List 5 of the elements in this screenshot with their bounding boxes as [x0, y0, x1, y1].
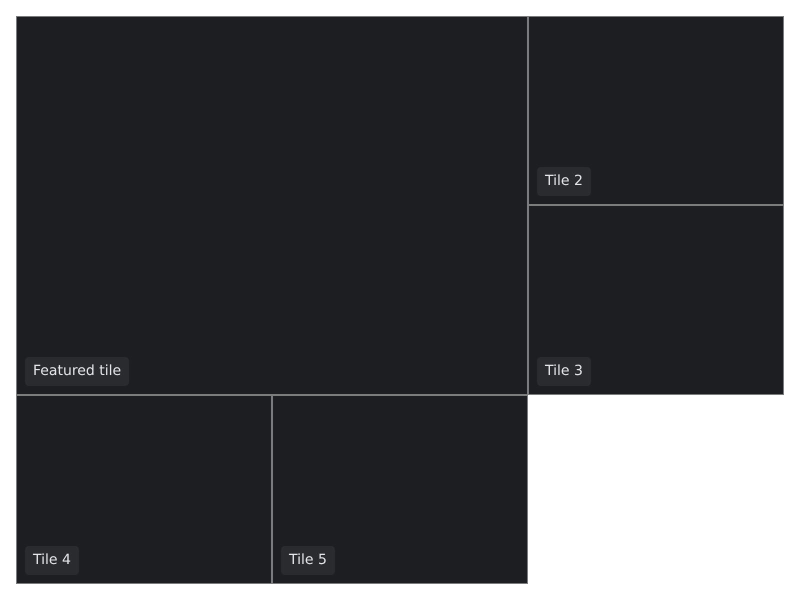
tile-label: Tile 2: [537, 167, 591, 196]
tile-label: Tile 3: [537, 356, 591, 386]
tile-label: Tile 5: [281, 546, 335, 575]
tile-label: Tile 4: [25, 546, 79, 575]
tile-label: Featured tile: [25, 356, 130, 386]
